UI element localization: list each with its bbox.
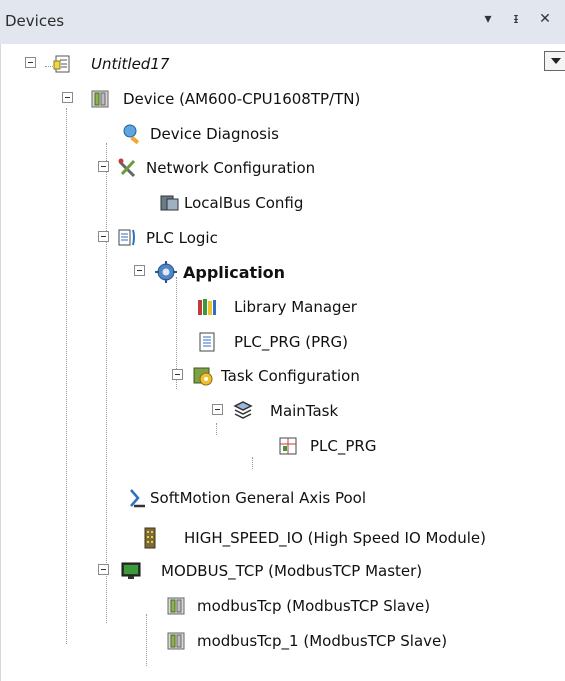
tree-item-label: PLC_PRG (310, 437, 377, 455)
pin-icon[interactable]: ᵻ (506, 8, 526, 30)
tree-item-softmotion-axis-pool[interactable]: SoftMotion General Axis Pool (1, 482, 565, 516)
network-config-icon (118, 158, 136, 178)
collapse-toggle[interactable] (98, 161, 109, 172)
close-icon[interactable]: ✕ (535, 8, 555, 30)
tree-item-label: Device Diagnosis (150, 125, 279, 143)
tree-item-untitled17[interactable]: Untitled17 (1, 48, 565, 82)
tree-item-label: HIGH_SPEED_IO (High Speed IO Module) (184, 529, 486, 547)
tree-item-plc-prg-call[interactable]: PLC_PRG (1, 430, 565, 464)
slave-device-icon (167, 597, 185, 615)
monitor-icon (121, 562, 141, 579)
tree-item-modbus-tcp[interactable]: MODBUS_TCP (ModbusTCP Master) (1, 555, 565, 589)
tree-item-label: Application (183, 263, 286, 282)
collapse-toggle[interactable] (212, 404, 223, 415)
slave-device-icon (167, 632, 185, 650)
tree-item-network-configuration[interactable]: Network Configuration (1, 152, 565, 186)
tree-item-plc-logic[interactable]: PLC Logic (1, 222, 565, 256)
tree-item-localbus-config[interactable]: LocalBus Config (1, 187, 565, 221)
tree-item-label: PLC Logic (146, 229, 218, 247)
device-icon (91, 90, 109, 108)
tree-item-label: MainTask (270, 402, 339, 420)
tree-item-plc-prg[interactable]: PLC_PRG (PRG) (1, 326, 565, 360)
program-call-icon (279, 437, 297, 455)
chevron-down-icon[interactable] (544, 51, 565, 71)
axis-pool-icon (130, 489, 145, 508)
collapse-toggle[interactable] (98, 564, 109, 575)
io-module-icon (144, 527, 156, 549)
tree-item-library-manager[interactable]: Library Manager (1, 291, 565, 325)
collapse-toggle[interactable] (98, 231, 109, 242)
plc-logic-icon (118, 229, 135, 246)
task-config-icon (193, 367, 213, 386)
collapse-toggle[interactable] (172, 369, 183, 380)
library-books-icon (198, 299, 216, 315)
tree-item-label: Device (AM600-CPU1608TP/TN) (123, 90, 361, 108)
tree-item-task-configuration[interactable]: Task Configuration (1, 360, 565, 394)
tree-item-label: MODBUS_TCP (ModbusTCP Master) (161, 562, 423, 580)
gear-icon (155, 261, 177, 283)
tree-item-label: Network Configuration (146, 159, 316, 177)
tree-item-high-speed-io[interactable]: HIGH_SPEED_IO (High Speed IO Module) (1, 522, 565, 556)
localbus-icon (160, 195, 179, 211)
collapse-toggle[interactable] (25, 57, 36, 68)
document-icon (199, 332, 215, 352)
tree-item-label: Task Configuration (221, 367, 360, 385)
tree-item-modbustcp-1[interactable]: modbusTcp_1 (ModbusTCP Slave) (1, 625, 565, 659)
magnifier-icon (123, 124, 140, 145)
tree-item-device-diagnosis[interactable]: Device Diagnosis (1, 118, 565, 152)
tree-item-maintask[interactable]: MainTask (1, 395, 565, 429)
panel-menu-dropdown-icon[interactable]: ▾ (478, 8, 498, 30)
tree-item-label: Library Manager (234, 298, 357, 316)
collapse-toggle[interactable] (134, 265, 145, 276)
project-icon (53, 55, 70, 73)
tree-item-label: SoftMotion General Axis Pool (150, 489, 367, 507)
tree-item-application[interactable]: Application (1, 256, 565, 290)
tree-item-label: modbusTcp (ModbusTCP Slave) (197, 597, 431, 615)
tree-item-label: PLC_PRG (PRG) (234, 333, 349, 351)
tree-item-label: modbusTcp_1 (ModbusTCP Slave) (197, 632, 448, 650)
tree-item-modbustcp[interactable]: modbusTcp (ModbusTCP Slave) (1, 590, 565, 624)
collapse-toggle[interactable] (62, 92, 73, 103)
maintask-icon (233, 401, 253, 419)
tree-item-label: Untitled17 (91, 55, 170, 73)
panel-titlebar: Devices ▾ ᵻ ✕ (0, 0, 565, 45)
panel-title: Devices (5, 12, 65, 30)
devices-tree[interactable]: Untitled17 Device (AM600-CPU1608TP/TN) D… (0, 44, 565, 681)
tree-item-label: LocalBus Config (184, 194, 304, 212)
tree-item-device[interactable]: Device (AM600-CPU1608TP/TN) (1, 83, 565, 117)
